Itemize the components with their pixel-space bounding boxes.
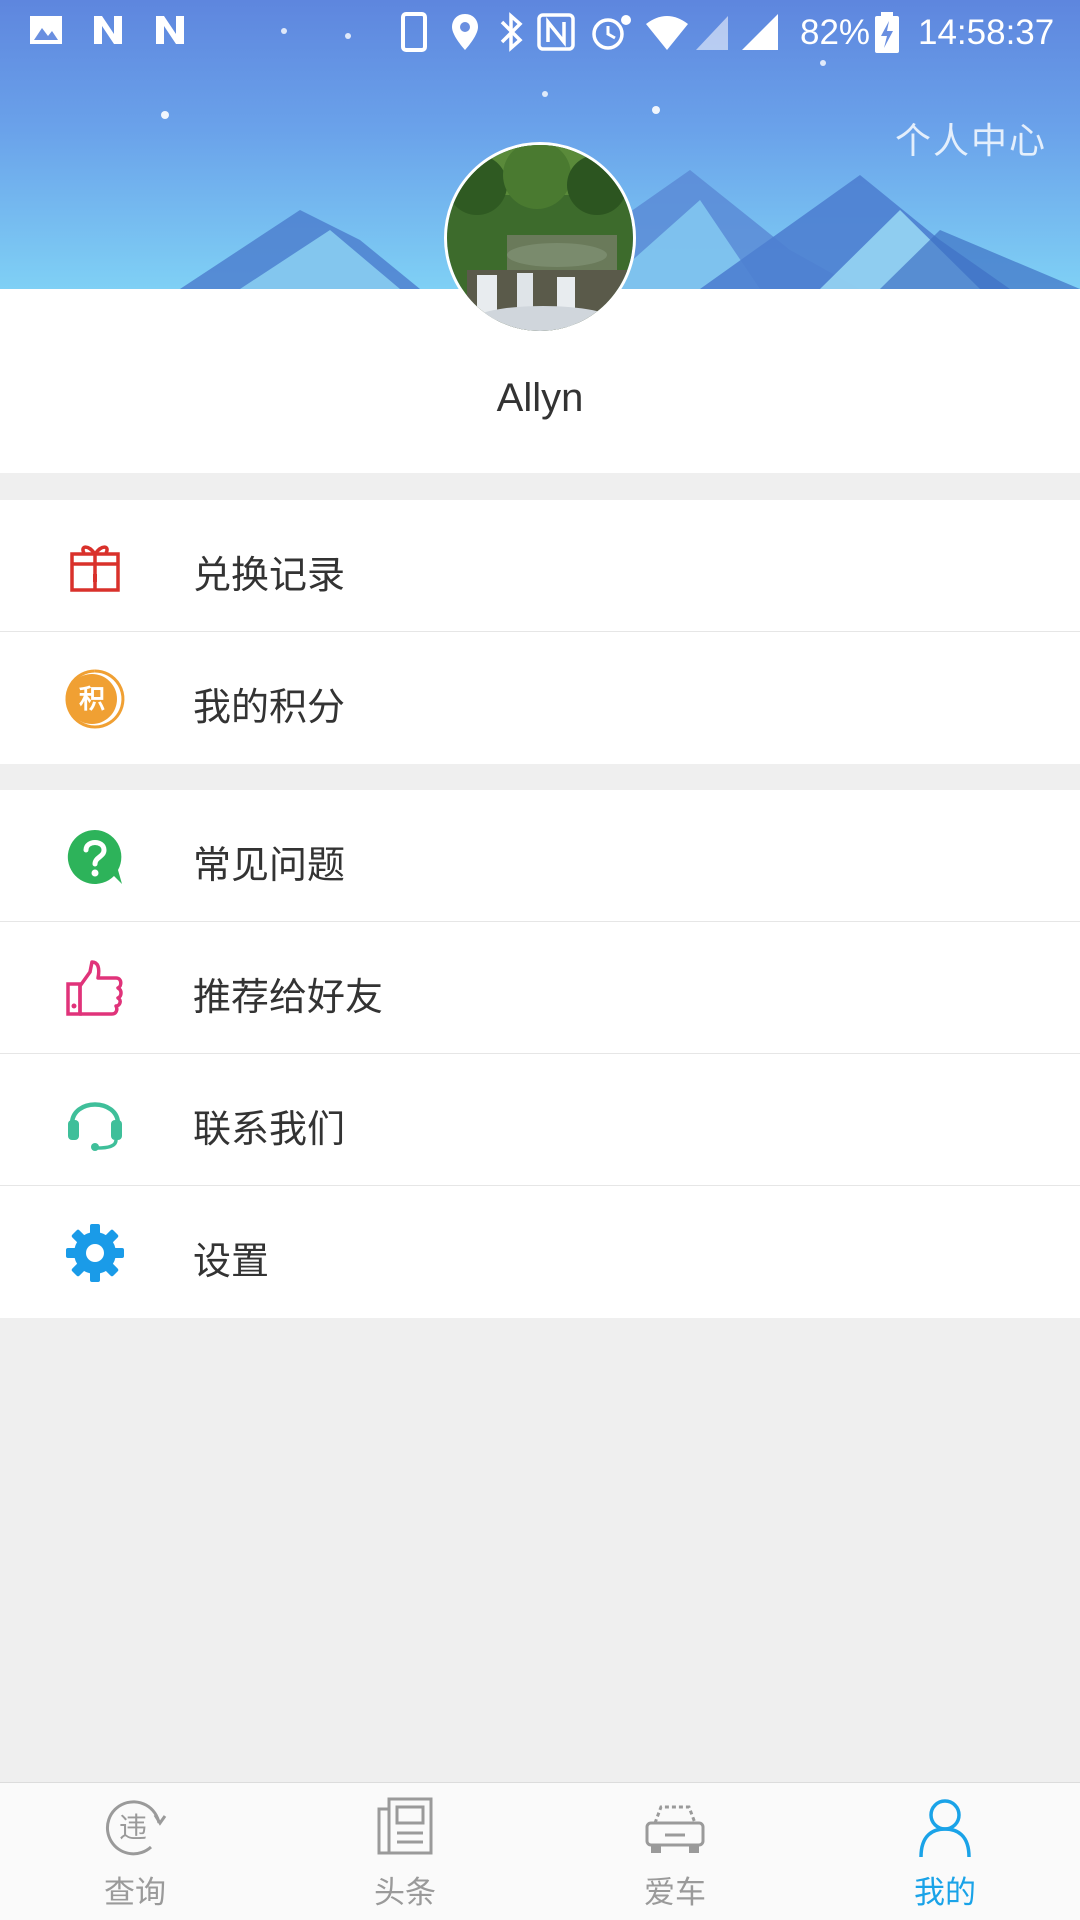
- newspaper-icon: [377, 1797, 433, 1855]
- page-title: 个人中心: [894, 121, 1047, 162]
- username: Allyn: [496, 376, 584, 420]
- cell-signal-icon: [696, 16, 728, 50]
- nav-tab-mine[interactable]: 我的: [810, 1783, 1080, 1920]
- menu-item-recommend[interactable]: 推荐给好友: [0, 922, 1080, 1054]
- gear-icon: [66, 1224, 124, 1282]
- wifi-icon: [646, 16, 688, 50]
- gift-icon: [70, 545, 120, 592]
- menu-item-contact-us[interactable]: 联系我们: [0, 1054, 1080, 1186]
- menu-item-label: 我的积分: [193, 685, 346, 729]
- landscape-photo-avatar: [447, 145, 633, 331]
- menu-item-label: 兑换记录: [193, 553, 346, 597]
- image-icon: [30, 16, 62, 44]
- points-icon: 积: [65, 669, 125, 729]
- location-icon: [452, 14, 478, 50]
- headset-icon: [68, 1102, 122, 1151]
- person-icon: [919, 1799, 971, 1858]
- thumbs-up-icon: [66, 960, 123, 1016]
- car-icon: [645, 1805, 705, 1853]
- menu-group-rewards: 兑换记录 积 我的积分: [0, 500, 1080, 764]
- question-icon: [67, 829, 122, 884]
- n-notification-icon: [94, 16, 122, 44]
- alarm-icon: [592, 15, 631, 50]
- menu-item-settings[interactable]: 设置: [0, 1186, 1080, 1318]
- battery-charging-icon: [875, 12, 899, 53]
- nav-tab-label: 查询: [104, 1875, 166, 1911]
- avatar[interactable]: [444, 142, 636, 334]
- nav-tab-label: 爱车: [644, 1875, 706, 1911]
- nfc-icon: [537, 13, 575, 51]
- menu-item-label: 推荐给好友: [193, 975, 384, 1019]
- nav-tab-headlines[interactable]: 头条: [270, 1783, 540, 1920]
- phone-icon: [401, 12, 427, 52]
- nav-tab-label: 我的: [914, 1875, 976, 1911]
- nav-tab-query[interactable]: 违 查询: [0, 1783, 270, 1920]
- query-icon-glyph: 违: [119, 1811, 147, 1844]
- menu-item-faq[interactable]: 常见问题: [0, 790, 1080, 922]
- bluetooth-icon: [500, 12, 523, 52]
- menu-item-my-points[interactable]: 积 我的积分: [0, 632, 1080, 764]
- points-icon-glyph: 积: [79, 685, 105, 715]
- bottom-navigation: 违 查询 头条 爱车 我的: [0, 1782, 1080, 1920]
- nav-tab-my-car[interactable]: 爱车: [540, 1783, 810, 1920]
- nav-tab-label: 头条: [374, 1875, 436, 1911]
- clock: 14:58:37: [918, 13, 1055, 52]
- menu-group-support: 常见问题 推荐给好友 联系我们 设置: [0, 790, 1080, 1318]
- menu-item-label: 联系我们: [193, 1107, 346, 1151]
- menu-item-exchange-records[interactable]: 兑换记录: [0, 500, 1080, 632]
- status-bar: 82% 14:58:37: [0, 0, 1080, 64]
- screen: 个人中心 82% 14:58:37 Allyn 兑换记录 积 我的积分 常见问题…: [0, 0, 1080, 1920]
- cell-signal-icon: [742, 14, 778, 50]
- battery-percent: 82%: [800, 13, 871, 52]
- violation-query-icon: 违: [106, 1800, 167, 1856]
- menu-item-label: 设置: [193, 1239, 270, 1283]
- n-notification-icon: [156, 16, 184, 44]
- menu-item-label: 常见问题: [193, 843, 346, 887]
